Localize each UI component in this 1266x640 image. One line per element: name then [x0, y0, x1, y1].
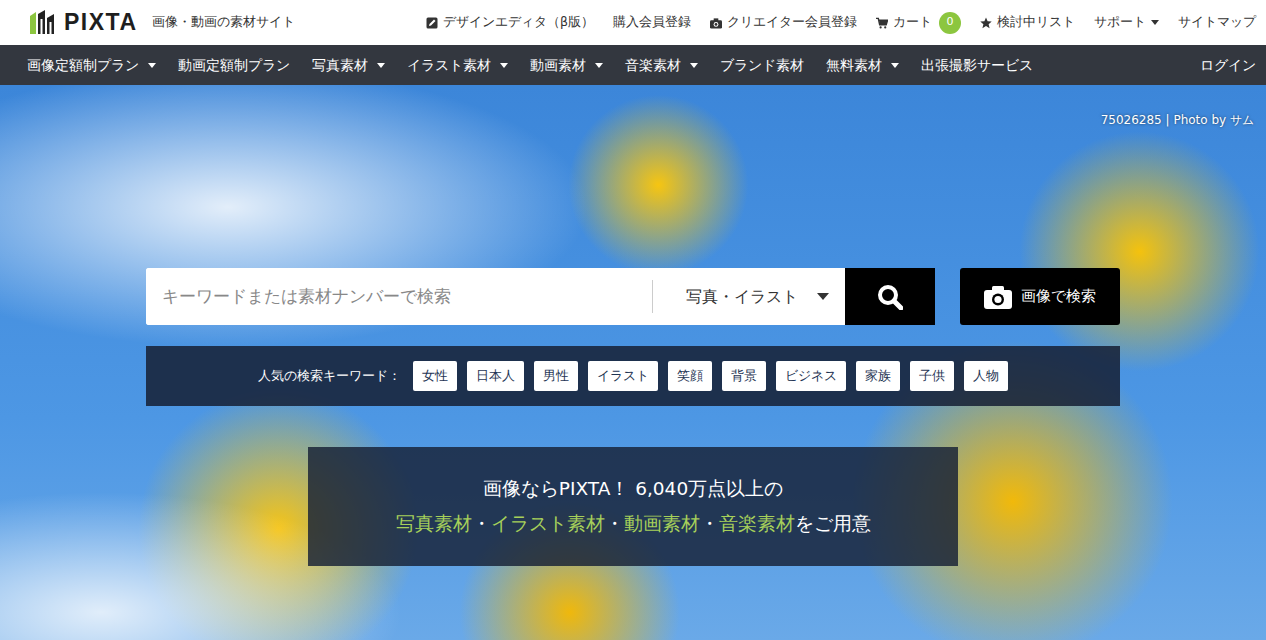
logo-text: PIXTA [64, 11, 138, 34]
header-link[interactable]: サポート [1094, 13, 1159, 32]
nav-item-label: 動画定額制プラン [178, 55, 290, 75]
header-link[interactable]: サイトマップ [1178, 13, 1256, 32]
keyword-tag[interactable]: 笑顔 [668, 361, 712, 391]
promo-box: 画像ならPIXTA！ 6,040万点以上の写真素材・イラスト素材・動画素材・音楽… [308, 447, 958, 566]
logo-icon [28, 10, 56, 36]
nav-item[interactable]: 動画定額制プラン [178, 55, 290, 75]
star-icon [980, 17, 992, 29]
promo-line: 画像ならPIXTA！ 6,040万点以上の [483, 472, 783, 506]
nav-item[interactable]: 画像定額制プラン [27, 55, 156, 75]
keyword-tag[interactable]: 女性 [413, 361, 457, 391]
category-select[interactable]: 写真・イラスト [652, 268, 845, 325]
header-link[interactable]: 検討中リスト [980, 13, 1075, 32]
login-link[interactable]: ログイン [1200, 55, 1256, 75]
header-link[interactable]: 購入会員登録 [613, 13, 691, 32]
popular-keywords: 人気の検索キーワード： 女性日本人男性イラスト笑顔背景ビジネス家族子供人物 [146, 346, 1120, 406]
nav-item[interactable]: イラスト素材 [407, 55, 508, 75]
image-search-label: 画像で検索 [1021, 285, 1096, 308]
category-label: 写真・イラスト [686, 285, 798, 309]
keyword-tag[interactable]: 男性 [534, 361, 578, 391]
nav-item[interactable]: 出張撮影サービス [921, 55, 1033, 75]
header-link-label: クリエイター会員登録 [727, 13, 857, 32]
nav-item[interactable]: 無料素材 [826, 55, 899, 75]
promo-link[interactable]: イラスト素材 [491, 513, 605, 534]
editor-icon [426, 17, 438, 29]
nav-item-label: 音楽素材 [625, 55, 681, 75]
separator: ・ [472, 513, 491, 534]
nav-item-label: ブランド素材 [720, 55, 804, 75]
nav-item[interactable]: 音楽素材 [625, 55, 698, 75]
search-icon [877, 284, 903, 310]
keyword-tag[interactable]: 家族 [856, 361, 900, 391]
keyword-tag[interactable]: 背景 [722, 361, 766, 391]
keyword-tag[interactable]: ビジネス [776, 361, 846, 391]
nav-item[interactable]: 動画素材 [530, 55, 603, 75]
search-group: 写真・イラスト [146, 268, 935, 325]
camera-icon [984, 285, 1012, 309]
nav-list: 画像定額制プラン 動画定額制プラン 写真素材 イラスト素材 動画素材 音楽素材 ブランド素材… [27, 55, 1033, 75]
nav-item[interactable]: 写真素材 [312, 55, 385, 75]
popular-label: 人気の検索キーワード： [258, 366, 401, 386]
cart-count-badge: 0 [939, 12, 961, 34]
keyword-tag[interactable]: 子供 [910, 361, 954, 391]
header-link-label: 購入会員登録 [613, 13, 691, 32]
keyword-tag[interactable]: 人物 [964, 361, 1008, 391]
main-nav: 画像定額制プラン 動画定額制プラン 写真素材 イラスト素材 動画素材 音楽素材 ブランド素材… [0, 45, 1266, 85]
logo[interactable]: PIXTA [28, 10, 138, 36]
keyword-tag[interactable]: イラスト [588, 361, 658, 391]
header-link-label: サイトマップ [1178, 13, 1256, 32]
header-link-label: 検討中リスト [997, 13, 1075, 32]
caret-icon [500, 63, 508, 68]
keyword-tag[interactable]: 日本人 [467, 361, 524, 391]
caret-icon [377, 63, 385, 68]
search-input[interactable] [146, 268, 652, 325]
tagline: 画像・動画の素材サイト [152, 13, 295, 32]
photo-credit[interactable]: 75026285 | Photo by サム [1101, 111, 1254, 129]
hero-photo: 75026285 | Photo by サム写真・イラスト 画像で検索人気の検索キ… [0, 85, 1266, 640]
header-links: デザインエディタ（β版） 購入会員登録 クリエイター会員登録 カート 0 検討中リストサポ… [426, 12, 1256, 34]
nav-item-label: イラスト素材 [407, 55, 491, 75]
nav-item-label: 写真素材 [312, 55, 368, 75]
header-link-label: サポート [1094, 13, 1146, 32]
caret-icon [891, 63, 899, 68]
nav-item[interactable]: ブランド素材 [720, 55, 804, 75]
header-link[interactable]: カート 0 [876, 12, 961, 34]
header-link[interactable]: デザインエディタ（β版） [426, 13, 594, 32]
nav-item-label: 出張撮影サービス [921, 55, 1033, 75]
promo-link[interactable]: 動画素材 [624, 513, 700, 534]
camera-icon [710, 17, 722, 29]
header-link[interactable]: クリエイター会員登録 [710, 13, 857, 32]
image-search-button[interactable]: 画像で検索 [960, 268, 1120, 325]
separator: ・ [605, 513, 624, 534]
promo-link[interactable]: 写真素材 [396, 513, 472, 534]
promo-suffix: をご用意 [795, 513, 871, 534]
separator: ・ [700, 513, 719, 534]
search-button[interactable] [845, 268, 935, 325]
promo-link[interactable]: 音楽素材 [719, 513, 795, 534]
header-link-label: カート [893, 13, 932, 32]
nav-item-label: 動画素材 [530, 55, 586, 75]
caret-icon [148, 63, 156, 68]
caret-icon [1151, 20, 1159, 25]
caret-icon [690, 63, 698, 68]
header-link-label: デザインエディタ（β版） [443, 13, 594, 32]
cart-icon [876, 17, 888, 29]
search-row: 写真・イラスト 画像で検索 [146, 268, 1120, 325]
site-header: PIXTA 画像・動画の素材サイト デザインエディタ（β版） 購入会員登録 クリエイター… [0, 0, 1266, 45]
nav-item-label: 画像定額制プラン [27, 55, 139, 75]
nav-item-label: 無料素材 [826, 55, 882, 75]
caret-icon [595, 63, 603, 68]
caret-icon [817, 293, 829, 300]
promo-links-line: 写真素材・イラスト素材・動画素材・音楽素材をご用意 [396, 507, 871, 541]
